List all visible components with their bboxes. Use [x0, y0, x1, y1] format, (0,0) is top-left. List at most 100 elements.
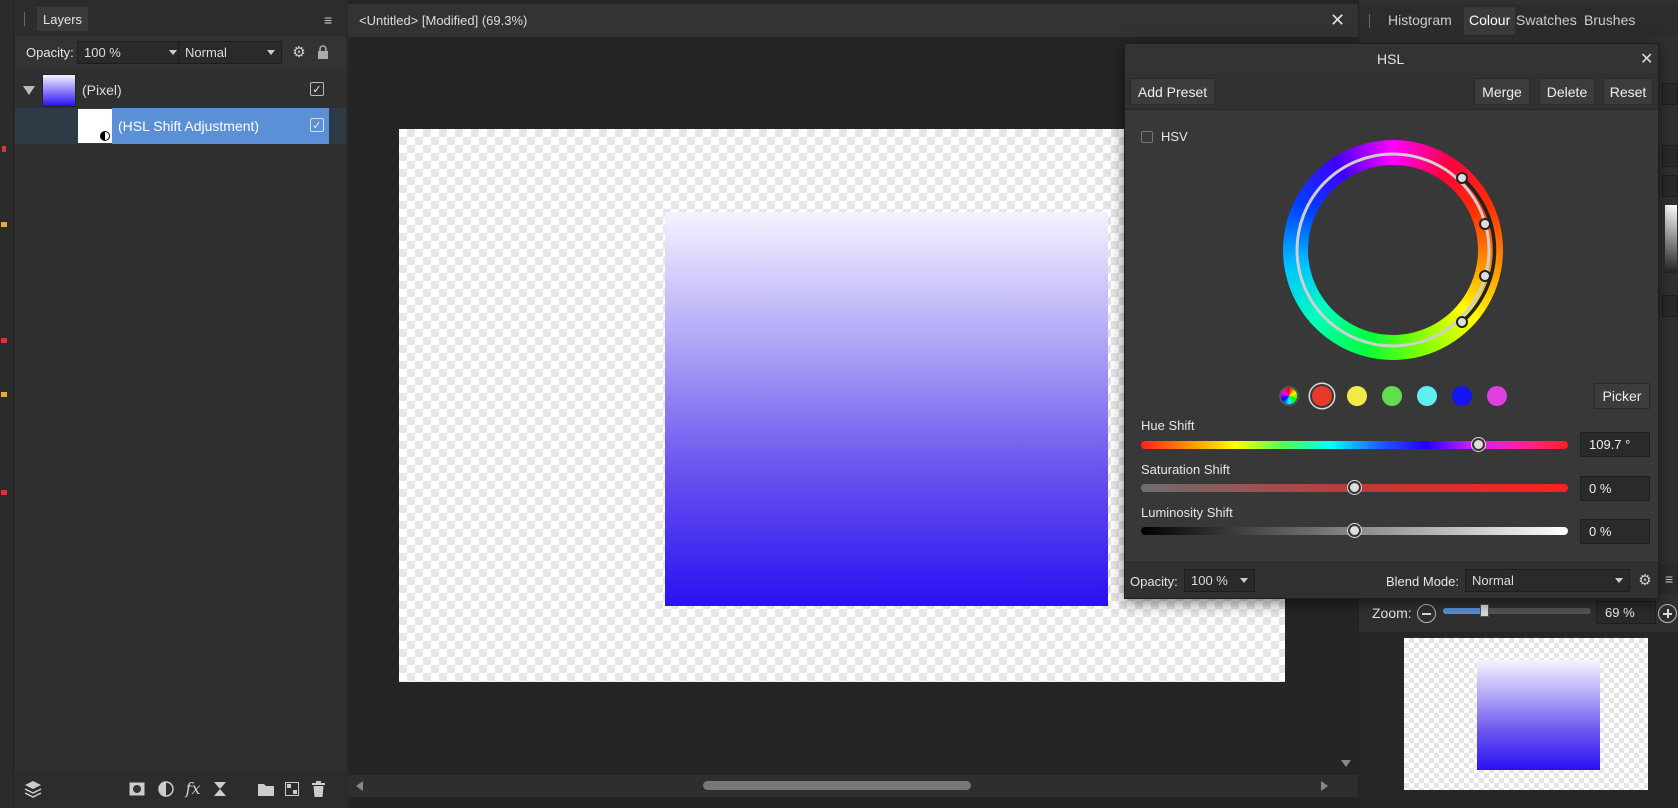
blue-swatch[interactable] [1452, 386, 1472, 406]
zoom-slider[interactable] [1443, 604, 1591, 617]
blend-mode-value: Normal [185, 45, 227, 60]
adjustment-icon [100, 131, 110, 141]
yellow-swatch[interactable] [1347, 386, 1367, 406]
saturation-shift-field[interactable]: 0 % [1580, 476, 1650, 501]
tab-histogram[interactable]: Histogram [1388, 12, 1452, 28]
tool-marker-icon[interactable] [1, 222, 7, 227]
layers-tab[interactable]: Layers [37, 7, 89, 31]
layers-stack-icon[interactable] [22, 778, 44, 800]
picker-label: Picker [1602, 388, 1642, 404]
pixel-layer-icon[interactable] [281, 778, 303, 800]
colour-panel-dropdown[interactable] [1662, 83, 1678, 105]
gradient-pixel-layer [665, 212, 1108, 606]
colour-panel-field[interactable] [1662, 175, 1678, 197]
luminosity-shift-thumb[interactable] [1348, 524, 1361, 537]
wheel-handle[interactable] [1456, 172, 1468, 184]
close-icon[interactable]: ✕ [1640, 49, 1653, 69]
chevron-down-icon [1240, 578, 1248, 583]
horizontal-scrollbar[interactable] [348, 775, 1358, 797]
saturation-shift-slider[interactable] [1141, 481, 1568, 494]
hue-wheel[interactable] [1282, 139, 1504, 361]
hue-shift-value: 109.7 ° [1589, 437, 1631, 452]
trash-icon[interactable] [307, 778, 329, 800]
opacity-value: 100 % [84, 45, 121, 60]
zoom-slider-thumb[interactable] [1480, 604, 1490, 617]
zoom-value-field[interactable]: 69 % [1596, 601, 1656, 624]
tab-brushes[interactable]: Brushes [1584, 12, 1635, 28]
layers-panel-header: Layers ≡ [15, 0, 346, 36]
colour-gradient-strip[interactable] [1665, 205, 1677, 273]
zoom-slider-fill [1443, 608, 1485, 614]
add-preset-button[interactable]: Add Preset [1130, 78, 1215, 105]
close-icon[interactable]: ✕ [1330, 10, 1345, 31]
navigator-preview[interactable] [1404, 638, 1648, 790]
merge-button[interactable]: Merge [1474, 78, 1530, 105]
reset-button[interactable]: Reset [1603, 78, 1653, 105]
document-tab-bar: <Untitled> [Modified] (69.3%) ✕ [348, 4, 1358, 37]
wheel-handle[interactable] [1479, 218, 1491, 230]
lock-icon[interactable] [312, 41, 334, 63]
delete-button[interactable]: Delete [1539, 78, 1595, 105]
luminosity-shift-field[interactable]: 0 % [1580, 519, 1650, 544]
scroll-down-icon[interactable] [1341, 760, 1351, 767]
luminosity-shift-slider[interactable] [1141, 524, 1568, 537]
layer-name: (HSL Shift Adjustment) [118, 118, 260, 134]
hue-shift-thumb[interactable] [1471, 438, 1485, 451]
layer-visibility-checkbox[interactable]: ✓ [310, 82, 324, 96]
tool-marker-icon[interactable] [1, 338, 7, 343]
blend-mode-dropdown[interactable]: Normal [178, 41, 282, 64]
layer-row-pixel[interactable]: (Pixel) ✓ [15, 72, 346, 108]
colour-panel-dropdown[interactable] [1662, 295, 1678, 317]
hue-shift-label: Hue Shift [1141, 418, 1195, 433]
scroll-left-icon[interactable] [356, 781, 363, 791]
scroll-right-icon[interactable] [1321, 781, 1328, 791]
adjustment-layer-icon[interactable] [155, 778, 177, 800]
left-tool-strip [0, 0, 14, 808]
master-colour-swatch[interactable] [1279, 386, 1299, 406]
wheel-handle[interactable] [1456, 316, 1468, 328]
zoom-in-icon[interactable] [1658, 604, 1677, 623]
fx-icon[interactable]: fx [182, 777, 204, 799]
layer-thumbnail [78, 109, 112, 143]
red-swatch[interactable] [1312, 386, 1332, 406]
magenta-swatch[interactable] [1487, 386, 1507, 406]
panel-menu-icon[interactable]: ≡ [1665, 571, 1673, 587]
dialog-blend-mode-dropdown[interactable]: Normal [1465, 569, 1630, 592]
tool-marker-icon[interactable] [1, 490, 7, 495]
luminosity-shift-label: Luminosity Shift [1141, 505, 1233, 520]
layers-tab-label: Layers [43, 11, 83, 27]
colour-panel-field[interactable] [1662, 145, 1678, 167]
layer-visibility-checkbox[interactable]: ✓ [310, 118, 324, 132]
tool-marker-icon[interactable] [1, 392, 7, 397]
gear-icon[interactable]: ⚙ [1634, 569, 1656, 591]
gear-icon[interactable]: ⚙ [288, 41, 310, 63]
live-filter-icon[interactable] [209, 778, 231, 800]
hue-shift-field[interactable]: 109.7 ° [1580, 432, 1650, 457]
dialog-opacity-dropdown[interactable]: 100 % [1184, 569, 1255, 592]
chevron-down-icon [169, 50, 177, 55]
picker-button[interactable]: Picker [1594, 383, 1650, 409]
hsv-checkbox[interactable] [1141, 131, 1153, 143]
saturation-shift-thumb[interactable] [1348, 481, 1361, 494]
hue-shift-slider[interactable] [1141, 438, 1568, 451]
zoom-out-icon[interactable] [1417, 604, 1436, 623]
mask-icon[interactable] [126, 778, 148, 800]
opacity-dropdown[interactable]: 100 % [77, 41, 184, 64]
tab-colour[interactable]: Colour [1464, 7, 1516, 35]
layer-row-hsl-shift[interactable]: (HSL Shift Adjustment) ✓ [15, 108, 346, 144]
tool-marker-icon[interactable] [2, 146, 6, 152]
horizontal-scroll-thumb[interactable] [703, 781, 971, 790]
hsl-dialog: HSL ✕ Add Preset Merge Delete Reset HSV … [1124, 43, 1659, 599]
expand-triangle-icon[interactable] [23, 86, 35, 95]
add-preset-label: Add Preset [1137, 83, 1208, 100]
document-tab-title[interactable]: <Untitled> [Modified] (69.3%) [359, 13, 527, 28]
folder-icon[interactable] [255, 778, 277, 800]
green-swatch[interactable] [1382, 386, 1402, 406]
panel-menu-icon[interactable]: ≡ [324, 12, 332, 28]
wheel-handle[interactable] [1479, 270, 1491, 282]
layer-thumbnail [42, 74, 76, 107]
panel-grip-icon [1369, 14, 1370, 28]
merge-label: Merge [1482, 83, 1522, 100]
cyan-swatch[interactable] [1417, 386, 1437, 406]
tab-swatches[interactable]: Swatches [1516, 12, 1577, 28]
